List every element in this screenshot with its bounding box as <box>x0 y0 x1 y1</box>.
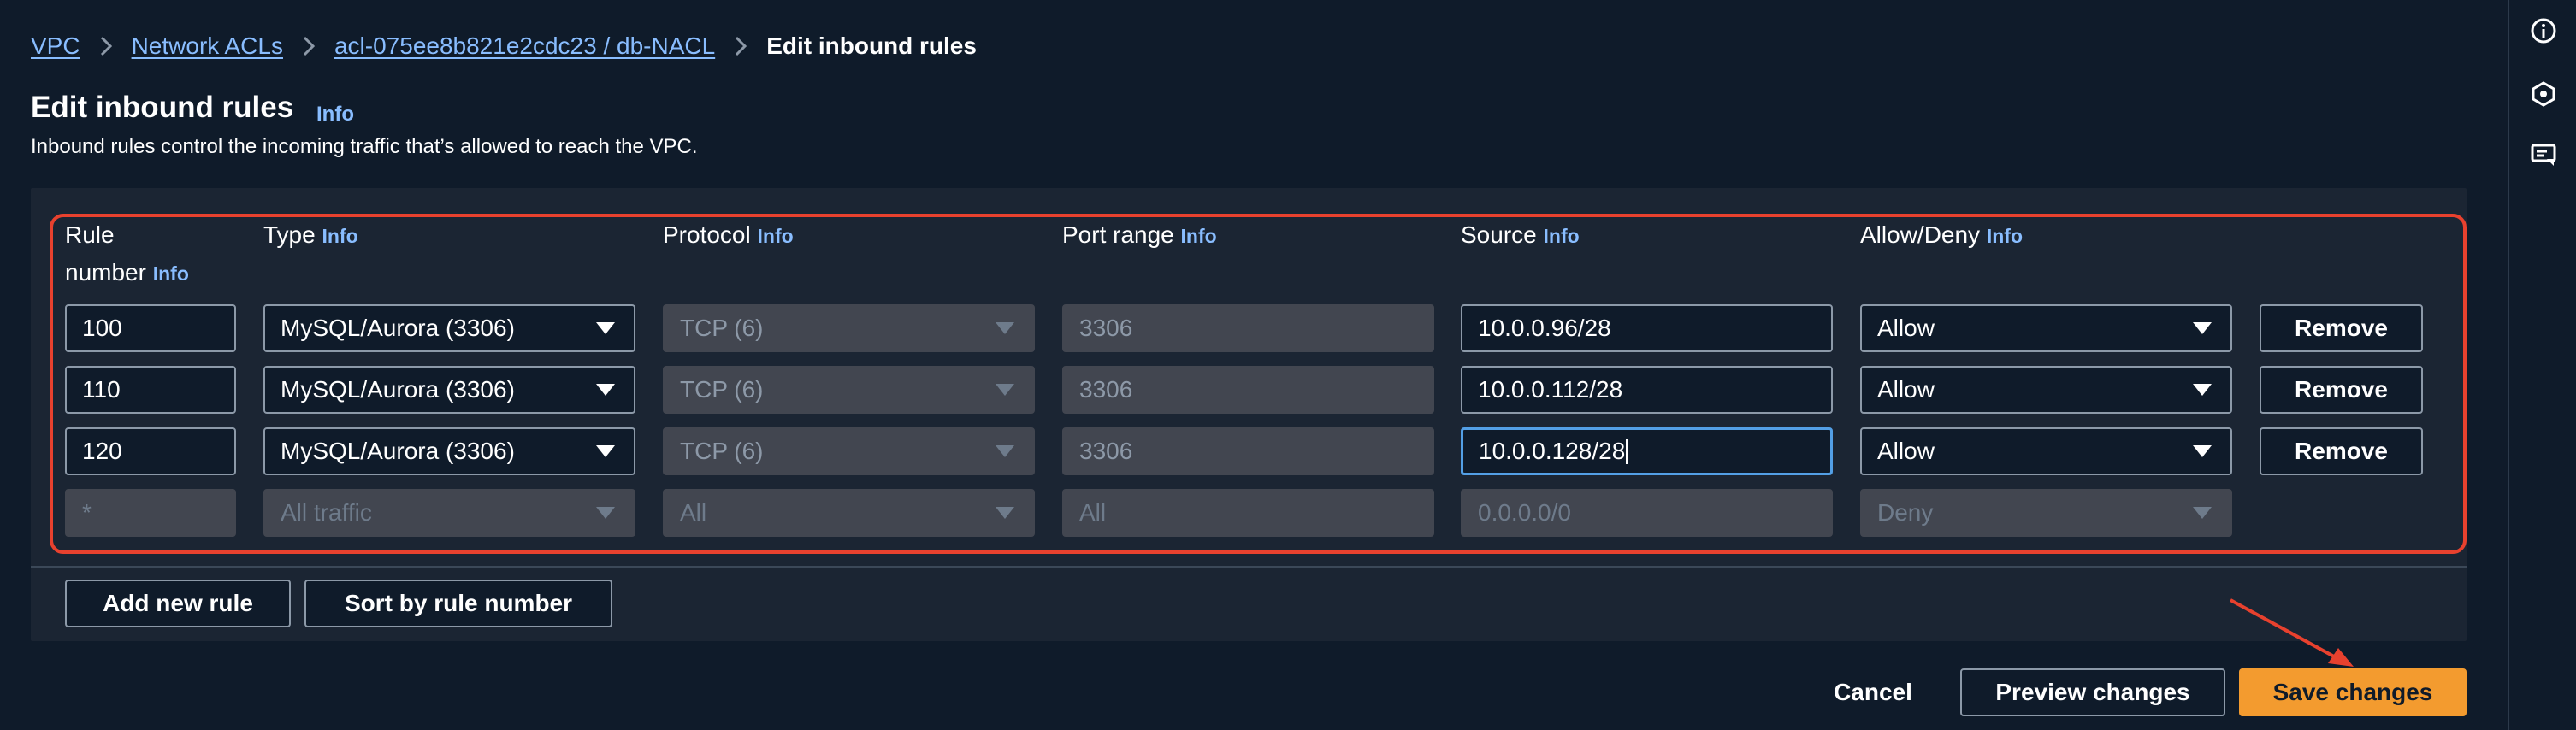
panel-divider <box>31 566 2467 568</box>
right-side-rail <box>2508 0 2576 730</box>
chevron-right-icon <box>80 36 132 56</box>
info-circle-icon[interactable] <box>2530 17 2557 44</box>
breadcrumb-network-acls[interactable]: Network ACLs <box>132 32 283 60</box>
chevron-right-icon <box>283 36 334 56</box>
chevron-right-icon <box>715 36 766 56</box>
feedback-icon[interactable] <box>2530 142 2557 169</box>
page-title: Edit inbound rules <box>31 91 294 124</box>
preview-changes-button[interactable]: Preview changes <box>1960 668 2225 716</box>
breadcrumb: VPC Network ACLs acl-075ee8b821e2cdc23 /… <box>31 29 977 63</box>
annotation-arrow <box>2230 598 2354 667</box>
cancel-button[interactable]: Cancel <box>1813 668 1933 716</box>
main-content: VPC Network ACLs acl-075ee8b821e2cdc23 /… <box>0 0 2508 730</box>
settings-hexagon-icon[interactable] <box>2530 80 2557 108</box>
page-description: Inbound rules control the incoming traff… <box>31 135 698 158</box>
highlight-annotation-box <box>50 214 2467 554</box>
save-changes-button[interactable]: Save changes <box>2239 668 2467 716</box>
breadcrumb-current: Edit inbound rules <box>766 32 977 59</box>
breadcrumb-acl[interactable]: acl-075ee8b821e2cdc23 / db-NACL <box>334 32 715 60</box>
breadcrumb-vpc[interactable]: VPC <box>31 32 80 60</box>
title-info-link[interactable]: Info <box>316 103 354 127</box>
add-new-rule-button[interactable]: Add new rule <box>65 580 291 627</box>
sort-by-rule-number-button[interactable]: Sort by rule number <box>304 580 612 627</box>
